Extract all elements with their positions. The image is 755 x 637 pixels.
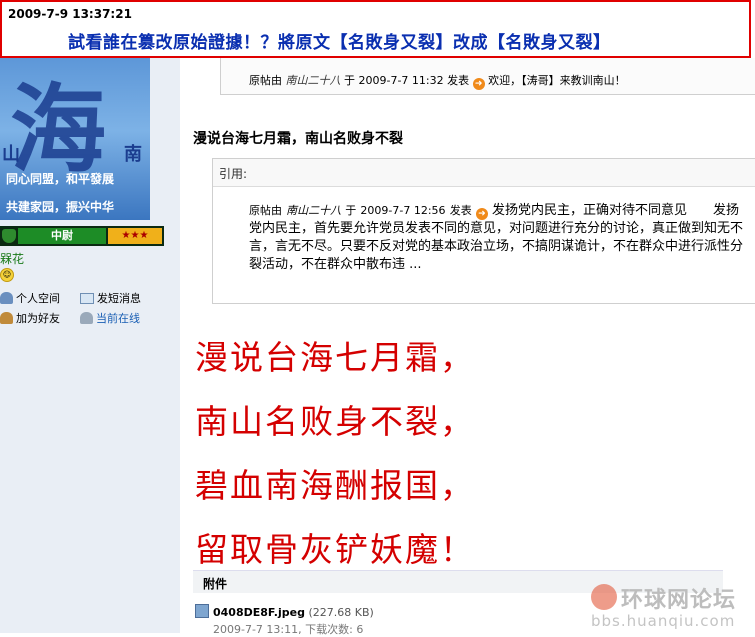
online-status-label: 当前在线 xyxy=(96,312,140,325)
poem-line: 漫说台海七月霜， xyxy=(195,338,475,377)
username[interactable]: 槑花 xyxy=(0,250,24,267)
message-icon xyxy=(80,293,94,304)
jump-to-quote-icon[interactable]: ➜ xyxy=(475,208,488,220)
attachment-file-meta: 2009-7-7 13:11, 下载次数: 6 xyxy=(213,623,364,636)
add-friend-icon xyxy=(0,312,13,324)
attachments-label: 附件 xyxy=(203,577,228,591)
rank-label: 中尉 xyxy=(18,228,106,244)
avatar[interactable]: 海 山 南 同心同盟，和平發展 共建家园，振兴中华 xyxy=(0,58,150,220)
banner-timestamp: 2009-7-9 13:37:21 xyxy=(8,7,132,21)
top-quote-mid: 于 xyxy=(344,74,355,87)
attachment-file-name[interactable]: 0408DE8F.jpeg xyxy=(213,606,305,619)
poem-line: 南山名败身不裂， xyxy=(195,402,475,441)
send-message-link[interactable]: 发短消息 xyxy=(80,290,141,306)
top-quote-suffix: 发表 xyxy=(447,74,470,87)
online-status: 当前在线 xyxy=(80,310,140,326)
send-message-label: 发短消息 xyxy=(97,292,141,305)
top-quote-prefix: 原帖由 xyxy=(249,74,282,87)
attachment-file: 0408DE8F.jpeg (227.68 KB) xyxy=(195,604,374,619)
post-title: 漫说台海七月霜，南山名败身不裂 xyxy=(193,131,403,147)
poem: 漫说台海七月霜， 南山名败身不裂， 碧血南海酬报国， 留取骨灰铲妖魔！ xyxy=(195,326,475,582)
top-quote-text: 欢迎，【涛哥】来教训南山！ xyxy=(488,74,626,87)
poem-line: 碧血南海酬报国， xyxy=(195,466,475,505)
rank-badge: 中尉 ★★★ xyxy=(0,226,164,246)
quote-datetime: 2009-7-7 12:56 xyxy=(360,204,446,217)
personal-space-link[interactable]: 个人空间 xyxy=(0,290,60,306)
avatar-slogan-1: 同心同盟，和平發展 xyxy=(6,172,115,186)
quote-body: 原帖由 南山二十八 于 2009-7-7 12:56 发表 ➜ 发扬党内民主，正… xyxy=(249,202,749,274)
add-friend-link[interactable]: 加为好友 xyxy=(0,310,60,326)
headline-banner: 2009-7-9 13:37:21 試看誰在篡改原始證據！？將原文【名敗身又裂】… xyxy=(0,0,751,58)
shield-icon xyxy=(2,229,16,243)
avatar-right-char: 南 xyxy=(124,144,142,165)
quote-suffix: 发表 xyxy=(449,204,472,217)
site-logo-icon xyxy=(591,584,617,610)
watermark-url: bbs.huanqiu.com xyxy=(591,612,736,630)
quote-box: 引用: 原帖由 南山二十八 于 2009-7-7 12:56 发表 ➜ 发扬党内… xyxy=(212,158,755,304)
attachment-file-size: (227.68 KB) xyxy=(308,606,374,619)
quote-author[interactable]: 南山二十八 xyxy=(286,204,341,217)
top-quote-meta: 原帖由 南山二十八 于 2009-7-7 11:32 发表 ➜ 欢迎，【涛哥】来… xyxy=(249,72,626,90)
author-sidebar: 海 山 南 同心同盟，和平發展 共建家园，振兴中华 中尉 ★★★ 槑花 ☺ 个人… xyxy=(0,58,180,633)
quote-label: 引用: xyxy=(219,167,248,181)
personal-space-label: 个人空间 xyxy=(16,292,60,305)
post-content: 原帖由 南山二十八 于 2009-7-7 11:32 发表 ➜ 欢迎，【涛哥】来… xyxy=(180,58,755,636)
top-quote-datetime: 2009-7-7 11:32 xyxy=(358,74,444,87)
banner-headline: 試看誰在篡改原始證據！？將原文【名敗身又裂】改成【名敗身又裂】 xyxy=(68,33,611,53)
top-quote-author[interactable]: 南山二十八 xyxy=(286,74,341,87)
add-friend-label: 加为好友 xyxy=(16,312,60,325)
avatar-slogan-2: 共建家园，振兴中华 xyxy=(6,200,115,214)
quote-prefix: 原帖由 xyxy=(249,204,282,217)
avatar-left-char: 山 xyxy=(2,144,20,165)
user-space-icon xyxy=(0,292,13,304)
image-file-icon xyxy=(195,604,209,618)
quote-mid: 于 xyxy=(345,204,357,217)
site-watermark: 环球网论坛 bbs.huanqiu.com xyxy=(591,578,741,632)
rank-stars: ★★★ xyxy=(108,228,162,244)
smiley-icon: ☺ xyxy=(0,268,14,282)
jump-to-post-icon[interactable]: ➜ xyxy=(472,78,485,90)
online-icon xyxy=(80,312,93,324)
watermark-site-name: 环球网论坛 xyxy=(621,588,737,613)
top-quote-box: 原帖由 南山二十八 于 2009-7-7 11:32 发表 ➜ 欢迎，【涛哥】来… xyxy=(220,58,755,95)
